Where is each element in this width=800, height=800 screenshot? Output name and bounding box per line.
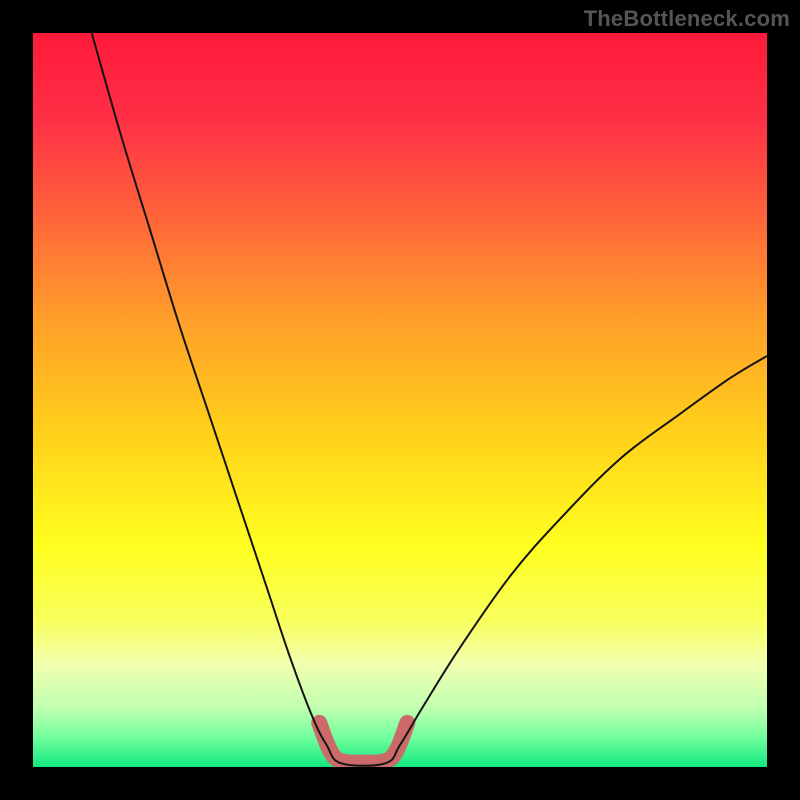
watermark-text: TheBottleneck.com <box>584 6 790 32</box>
bottleneck-chart <box>33 33 767 767</box>
page-root: TheBottleneck.com <box>0 0 800 800</box>
chart-background <box>33 33 767 767</box>
